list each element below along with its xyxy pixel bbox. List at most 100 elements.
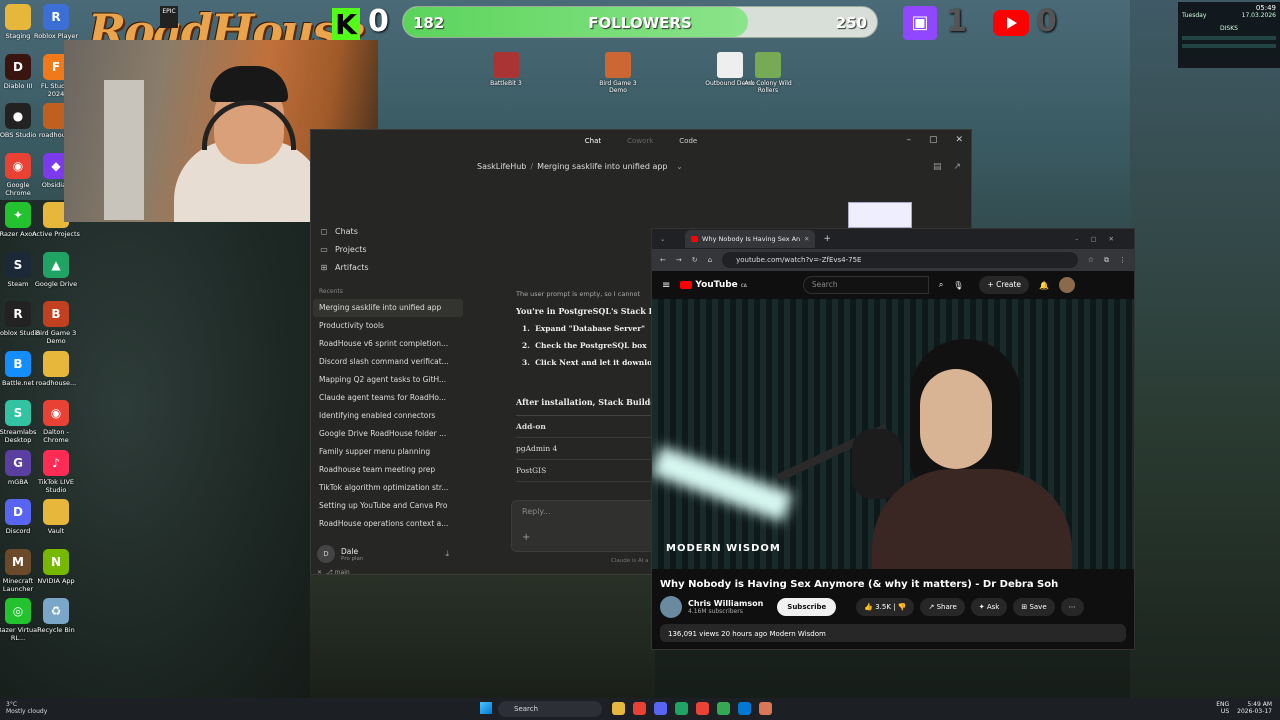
file-explorer-icon[interactable] bbox=[612, 702, 625, 715]
chrome-icon[interactable] bbox=[696, 702, 709, 715]
desktop-icon[interactable]: ▲ Google Drive bbox=[32, 251, 80, 288]
sidebar-item-artifacts[interactable]: ⊞ Artifacts bbox=[311, 258, 465, 276]
maximize-icon[interactable]: ▢ bbox=[929, 135, 938, 145]
more-actions-icon[interactable]: ⋯ bbox=[1060, 598, 1084, 616]
recent-chat-item[interactable]: Mapping Q2 agent tasks to GitH... bbox=[311, 371, 465, 389]
taskbar-search[interactable]: Search bbox=[498, 701, 602, 717]
recent-chat-item[interactable]: Claude agent teams for RoadHo... bbox=[311, 389, 465, 407]
recent-chat-item[interactable]: Family supper menu planning bbox=[311, 443, 465, 461]
recent-chat-item[interactable]: Merging sasklife into unified app bbox=[313, 299, 463, 317]
recent-chat-item[interactable]: Identifying enabled connectors bbox=[311, 407, 465, 425]
recent-chat-item[interactable]: TikTok algorithm optimization str... bbox=[311, 479, 465, 497]
youtube-logo[interactable]: YouTube CA bbox=[680, 280, 747, 290]
youtube-app-icon[interactable] bbox=[633, 702, 646, 715]
bookmark-icon[interactable]: ☆ bbox=[1088, 256, 1094, 264]
channel-name[interactable]: Chris Williamson bbox=[688, 599, 763, 608]
subscribe-button[interactable]: Subscribe bbox=[777, 598, 837, 616]
channel-avatar[interactable] bbox=[660, 596, 682, 618]
microphone-icon[interactable]: 🎙 bbox=[953, 281, 963, 290]
desktop-icon[interactable]: N NVIDIA App bbox=[32, 548, 80, 585]
weather-widget[interactable]: 3°C Mostly cloudy bbox=[6, 701, 47, 715]
user-profile[interactable]: D Dale Pro plan ⤓ bbox=[317, 542, 467, 566]
like-button[interactable]: 👍 3.5K | 👎 bbox=[856, 598, 915, 616]
desktop-icon[interactable]: ♻ Recycle Bin bbox=[32, 598, 80, 634]
video-player[interactable]: MODERN WISDOM bbox=[652, 299, 1134, 569]
breadcrumb-project[interactable]: SaskLifeHub bbox=[477, 162, 526, 171]
browser-toolbar: ← → ↻ ⌂ youtube.com/watch?v=-ZfEvs4-75E … bbox=[652, 249, 1134, 271]
desktop-icon[interactable]: R Roblox Player bbox=[32, 4, 80, 40]
claude-icon[interactable] bbox=[759, 702, 772, 715]
tab-chat[interactable]: Chat bbox=[579, 135, 607, 147]
discord-icon[interactable] bbox=[654, 702, 667, 715]
start-icon[interactable] bbox=[480, 702, 492, 714]
reply-input[interactable]: Reply... + bbox=[511, 500, 661, 552]
extensions-icon[interactable]: ⧉ bbox=[1104, 256, 1109, 265]
close-icon[interactable]: ✕ bbox=[955, 135, 963, 145]
desktop-icon-label: TikTok LIVE Studio bbox=[37, 477, 75, 494]
sidebar-item-chats[interactable]: ◻ Chats bbox=[311, 222, 465, 240]
back-icon[interactable]: ← bbox=[660, 256, 666, 264]
vscode-icon[interactable] bbox=[738, 702, 751, 715]
download-icon[interactable]: ⤓ bbox=[445, 549, 449, 559]
desktop-icon[interactable]: Vault bbox=[32, 499, 80, 535]
desktop-icon[interactable]: roadhouse... bbox=[32, 350, 80, 387]
desktop-shortcut[interactable]: Bird Game 3 Demo bbox=[593, 52, 643, 94]
close-tab-icon[interactable]: ✕ bbox=[804, 235, 809, 243]
app-icon bbox=[717, 52, 743, 78]
recent-chat-item[interactable]: RoadHouse v6 sprint completion... bbox=[311, 335, 465, 353]
sidebar-item-label: Artifacts bbox=[335, 262, 369, 272]
youtube-brand: YouTube bbox=[695, 280, 738, 290]
document-icon[interactable]: ▤ bbox=[933, 162, 942, 172]
browser-tab[interactable]: Why Nobody Is Having Sex Anymore ✕ bbox=[685, 230, 816, 248]
share-button[interactable]: ↗ Share bbox=[920, 598, 965, 616]
tab-cowork[interactable]: Cowork bbox=[621, 135, 659, 147]
search-icon[interactable]: ⌕ bbox=[939, 280, 943, 290]
account-avatar[interactable] bbox=[1059, 277, 1076, 293]
save-button[interactable]: ⊞ Save bbox=[1013, 598, 1055, 616]
breadcrumb-chat[interactable]: Merging sasklife into unified app bbox=[537, 162, 667, 171]
chrome-profile-icon[interactable] bbox=[717, 702, 730, 715]
clock[interactable]: 5:49 AM 2026-03-17 bbox=[1237, 701, 1272, 715]
create-button[interactable]: + Create bbox=[979, 276, 1030, 294]
video-guest-body bbox=[872, 469, 1072, 569]
desktop-icon[interactable]: B Bird Game 3 Demo bbox=[32, 301, 80, 345]
chevron-down-icon[interactable]: ⌄ bbox=[676, 162, 683, 171]
address-bar[interactable]: youtube.com/watch?v=-ZfEvs4-75E bbox=[722, 252, 1078, 268]
hamburger-menu-icon[interactable]: ≡ bbox=[662, 280, 670, 291]
recent-chat-item[interactable]: Discord slash command verificat... bbox=[311, 353, 465, 371]
tab-code[interactable]: Code bbox=[673, 135, 703, 147]
language-indicator[interactable]: ENG US bbox=[1216, 701, 1229, 715]
sidebar-item-projects[interactable]: ▭ Projects bbox=[311, 240, 465, 258]
desktop-icon[interactable]: ♪ TikTok LIVE Studio bbox=[32, 449, 80, 494]
menu-icon[interactable]: ⋮ bbox=[1119, 256, 1126, 264]
window-thumbnail[interactable] bbox=[848, 202, 912, 228]
forward-icon[interactable]: → bbox=[676, 256, 682, 264]
google-drive-icon[interactable] bbox=[675, 702, 688, 715]
window-controls: – ▢ ✕ bbox=[906, 135, 963, 145]
tab-list-icon[interactable]: ⌄ bbox=[660, 235, 665, 243]
ask-button[interactable]: ✦ Ask bbox=[970, 598, 1008, 616]
recents-heading: Recents bbox=[319, 288, 343, 295]
minimize-icon[interactable]: – bbox=[906, 135, 911, 145]
app-icon: G bbox=[5, 449, 31, 476]
desktop-icon[interactable]: ◉ Dalton - Chrome bbox=[32, 400, 80, 444]
search-input[interactable]: Search bbox=[802, 276, 929, 294]
desktop-icon-label: Razer Axon bbox=[0, 230, 37, 238]
desktop-shortcut[interactable]: Ark Colony Wild Rollers bbox=[743, 52, 793, 94]
reload-icon[interactable]: ↻ bbox=[692, 256, 698, 264]
video-meta[interactable]: 136,091 views 20 hours ago Modern Wisdom bbox=[660, 624, 1126, 642]
recent-chat-item[interactable]: Setting up YouTube and Canva Pro bbox=[311, 497, 465, 515]
new-tab-icon[interactable]: + bbox=[823, 234, 831, 244]
recent-chat-item[interactable]: Roadhouse team meeting prep bbox=[311, 461, 465, 479]
desktop-icon-label: Active Projects bbox=[32, 230, 80, 238]
desktop-shortcut[interactable]: BattleBit 3 bbox=[481, 52, 531, 87]
window-controls[interactable]: –▢✕ bbox=[1075, 235, 1126, 243]
recent-chat-item[interactable]: RoadHouse operations context a... bbox=[311, 515, 465, 533]
table-row: PostGIS bbox=[516, 460, 656, 482]
share-icon[interactable]: ↗ bbox=[953, 162, 961, 172]
home-icon[interactable]: ⌂ bbox=[708, 256, 712, 264]
recent-chat-item[interactable]: Google Drive RoadHouse folder ... bbox=[311, 425, 465, 443]
add-attachment-icon[interactable]: + bbox=[522, 532, 530, 543]
recent-chat-item[interactable]: Productivity tools bbox=[311, 317, 465, 335]
notifications-icon[interactable]: 🔔 bbox=[1039, 281, 1049, 290]
